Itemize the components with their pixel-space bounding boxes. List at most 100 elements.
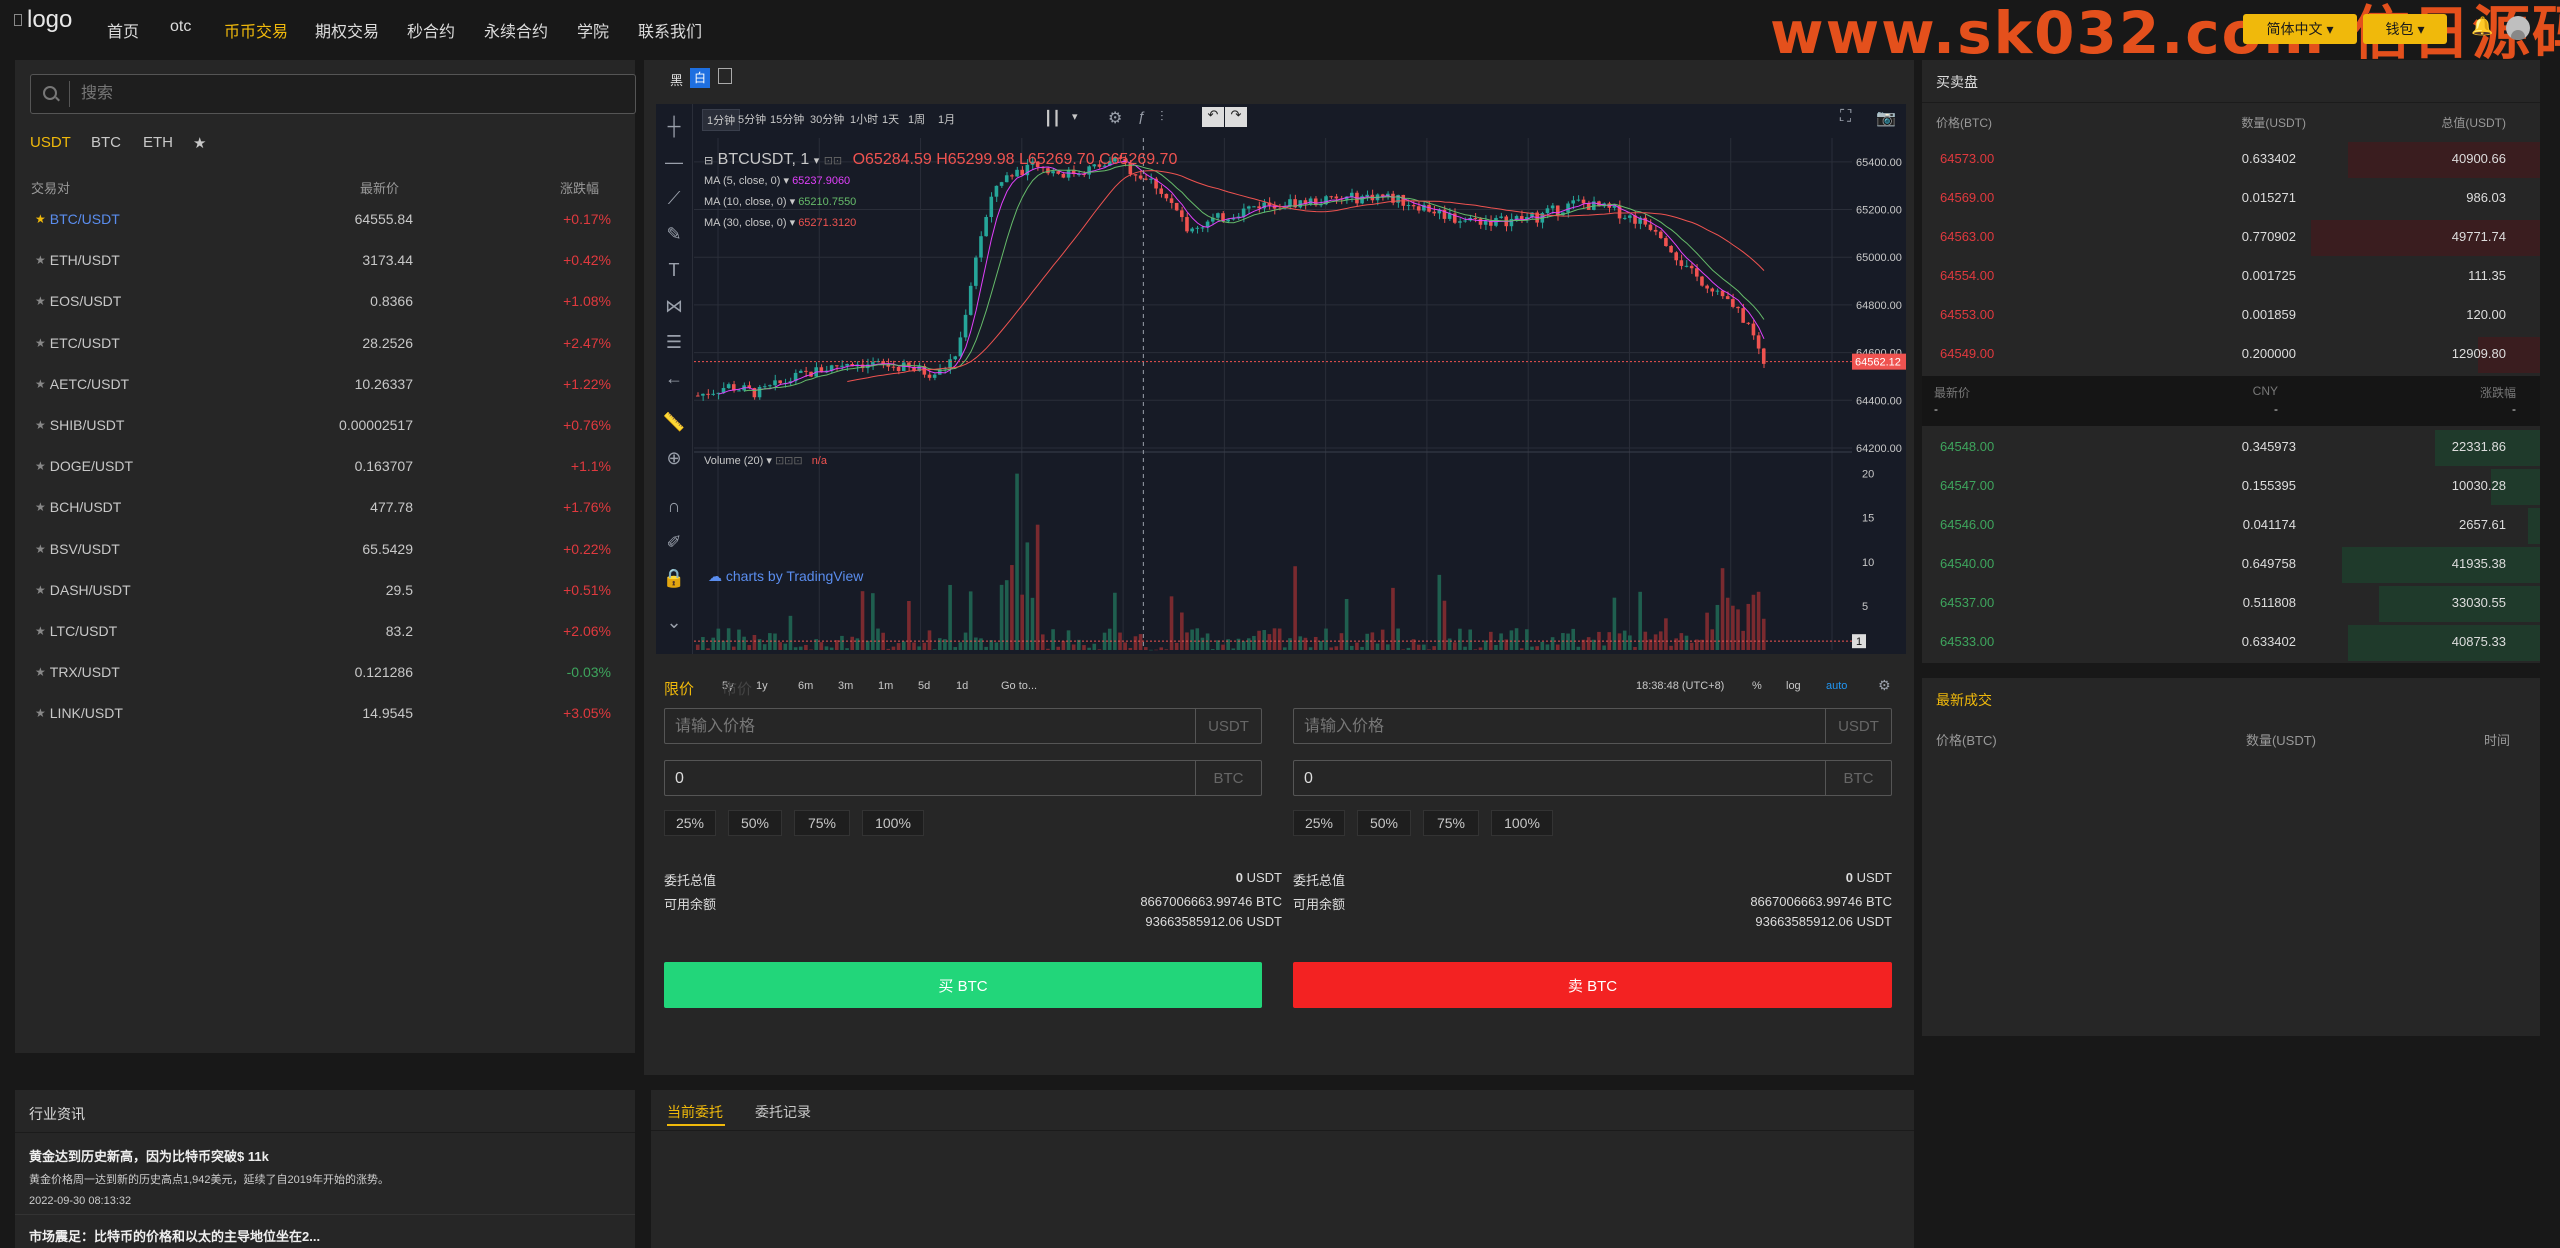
market-row[interactable]: ★ EOS/USDT 0.8366 +1.08% — [15, 283, 645, 323]
star-icon[interactable]: ★ — [35, 542, 46, 556]
nav-perpetual[interactable]: 永续合约 — [484, 18, 548, 42]
star-icon[interactable]: ★ — [35, 418, 46, 432]
bid-row[interactable]: 64533.00 0.633402 40875.33 — [1922, 623, 2540, 661]
nav-home[interactable]: 首页 — [107, 18, 139, 42]
ask-row[interactable]: 64549.00 0.200000 12909.80 — [1922, 335, 2540, 373]
market-row[interactable]: ★ LTC/USDT 83.2 +2.06% — [15, 613, 645, 653]
star-icon[interactable]: ★ — [35, 294, 46, 308]
percent-button[interactable]: 75% — [794, 810, 850, 836]
market-row[interactable]: ★ ETC/USDT 28.2526 +2.47% — [15, 325, 645, 365]
volume-settings-icon[interactable]: ⊡⊡⊡ — [775, 455, 803, 467]
market-row[interactable]: ★ DOGE/USDT 0.163707 +1.1% — [15, 448, 645, 488]
buy-qty-input[interactable] — [675, 767, 1175, 791]
range-button[interactable]: 1d — [956, 680, 968, 692]
range-button[interactable]: 5d — [918, 680, 930, 692]
notification-icon[interactable]: 🔔 — [2471, 16, 2493, 38]
market-row[interactable]: ★ AETC/USDT 10.26337 +1.22% — [15, 366, 645, 406]
ask-row[interactable]: 64563.00 0.770902 49771.74 — [1922, 218, 2540, 256]
percent-button[interactable]: 25% — [1293, 810, 1345, 836]
caret-down-icon[interactable]: ▾ — [766, 455, 772, 467]
tab-current-orders[interactable]: 当前委托 — [667, 1102, 723, 1122]
nav-second-contract[interactable]: 秒合约 — [407, 18, 455, 42]
market-row[interactable]: ★ ETH/USDT 3173.44 +0.42% — [15, 242, 645, 282]
ask-row[interactable]: 64573.00 0.633402 40900.66 — [1922, 140, 2540, 178]
news-item[interactable]: 黄金达到历史新高，因为比特币突破$ 11k 黄金价格周一达到新的历史高点1,94… — [29, 1146, 629, 1207]
sell-qty-input[interactable] — [1304, 767, 1804, 791]
caret-down-icon[interactable]: ▾ — [787, 217, 799, 229]
market-row[interactable]: ★ TRX/USDT 0.121286 -0.03% — [15, 654, 645, 694]
percent-button[interactable]: 100% — [862, 810, 924, 836]
caret-down-icon[interactable]: ▾ — [780, 175, 792, 187]
collapse-icon[interactable]: ⊟ — [704, 155, 713, 167]
star-icon[interactable]: ★ — [35, 212, 46, 226]
tab-limit[interactable]: 限价 — [664, 678, 694, 699]
tradingview-chart[interactable]: ┼ — ⟋ ✎ T ⋈ ☰ ← 📏 ⊕ ∩ ✐ 🔒 ⌄ 1分钟 5分钟 15分钟 30… — [656, 104, 1906, 693]
avatar[interactable] — [2506, 16, 2530, 40]
market-row[interactable]: ★ DASH/USDT 29.5 +0.51% — [15, 572, 645, 612]
range-button[interactable]: 1m — [878, 680, 893, 692]
theme-dark-tab[interactable]: 黑 — [670, 70, 683, 89]
star-icon[interactable]: ★ — [35, 253, 46, 267]
percent-toggle[interactable]: % — [1752, 680, 1762, 692]
nav-contact[interactable]: 联系我们 — [638, 18, 702, 42]
star-icon[interactable]: ★ — [35, 459, 46, 473]
tab-btc[interactable]: BTC — [91, 134, 121, 151]
nav-otc[interactable]: otc — [170, 18, 191, 36]
bid-row[interactable]: 64546.00 0.041174 2657.61 — [1922, 506, 2540, 544]
buy-button[interactable]: 买 BTC — [664, 962, 1262, 1008]
ask-row[interactable]: 64554.00 0.001725 111.35 — [1922, 257, 2540, 295]
document-icon[interactable] — [718, 68, 732, 84]
market-row[interactable]: ★ BCH/USDT 477.78 +1.76% — [15, 489, 645, 529]
market-row[interactable]: ★ BTC/USDT 64555.84 +0.17% — [15, 201, 645, 241]
wallet-button[interactable]: 钱包 ▾ — [2363, 14, 2447, 44]
range-button[interactable]: 1y — [756, 680, 768, 692]
auto-toggle[interactable]: auto — [1826, 680, 1847, 692]
tab-eth[interactable]: ETH — [143, 134, 173, 151]
star-icon[interactable]: ★ — [35, 336, 46, 350]
percent-button[interactable]: 100% — [1491, 810, 1553, 836]
market-row[interactable]: ★ SHIB/USDT 0.00002517 +0.76% — [15, 407, 645, 447]
bid-row[interactable]: 64547.00 0.155395 10030.28 — [1922, 467, 2540, 505]
sell-button[interactable]: 卖 BTC — [1293, 962, 1892, 1008]
market-row[interactable]: ★ BSV/USDT 65.5429 +0.22% — [15, 531, 645, 571]
range-button[interactable]: Go to... — [1001, 680, 1037, 692]
percent-button[interactable]: 25% — [664, 810, 716, 836]
star-icon[interactable]: ★ — [35, 377, 46, 391]
tab-market[interactable]: 市价 — [722, 678, 752, 699]
range-button[interactable]: 3m — [838, 680, 853, 692]
percent-button[interactable]: 50% — [728, 810, 782, 836]
tab-favorites[interactable]: ★ — [193, 134, 206, 152]
ask-row[interactable]: 64569.00 0.015271 986.03 — [1922, 179, 2540, 217]
nav-academy[interactable]: 学院 — [577, 18, 609, 42]
gear-icon[interactable]: ⚙ — [1878, 677, 1891, 694]
news-item[interactable]: 市场震足：比特币的价格和以太的主导地位坐在2... — [29, 1226, 629, 1245]
caret-down-icon[interactable]: ▾ — [787, 196, 799, 208]
log-toggle[interactable]: log — [1786, 680, 1801, 692]
percent-button[interactable]: 75% — [1423, 810, 1479, 836]
theme-light-tab[interactable]: 白 — [690, 68, 710, 88]
series-settings-icon[interactable]: ⊡⊡ — [824, 155, 842, 167]
star-icon[interactable]: ★ — [35, 665, 46, 679]
star-icon[interactable]: ★ — [35, 706, 46, 720]
percent-button[interactable]: 50% — [1357, 810, 1411, 836]
range-button[interactable]: 6m — [798, 680, 813, 692]
market-row[interactable]: ★ LINK/USDT 14.9545 +3.05% — [15, 695, 645, 735]
search-input[interactable] — [81, 81, 621, 107]
sell-price-input[interactable] — [1304, 715, 1804, 739]
tab-usdt[interactable]: USDT — [30, 134, 71, 151]
bid-row[interactable]: 64537.00 0.511808 33030.55 — [1922, 584, 2540, 622]
star-icon[interactable]: ★ — [35, 624, 46, 638]
bid-row[interactable]: 64548.00 0.345973 22331.86 — [1922, 428, 2540, 466]
nav-spot[interactable]: 币币交易 — [224, 18, 288, 42]
tradingview-branding[interactable]: ☁ charts by TradingView — [708, 568, 863, 585]
ask-row[interactable]: 64553.00 0.001859 120.00 — [1922, 296, 2540, 334]
language-select[interactable]: 简体中文 ▾ — [2243, 14, 2357, 44]
caret-down-icon[interactable]: ▾ — [814, 155, 820, 167]
buy-price-input[interactable] — [675, 715, 1175, 739]
nav-options[interactable]: 期权交易 — [315, 18, 379, 42]
tab-order-history[interactable]: 委托记录 — [755, 1102, 811, 1122]
star-icon[interactable]: ★ — [35, 500, 46, 514]
logo[interactable]: logo — [14, 6, 72, 34]
bid-row[interactable]: 64540.00 0.649758 41935.38 — [1922, 545, 2540, 583]
star-icon[interactable]: ★ — [35, 583, 46, 597]
